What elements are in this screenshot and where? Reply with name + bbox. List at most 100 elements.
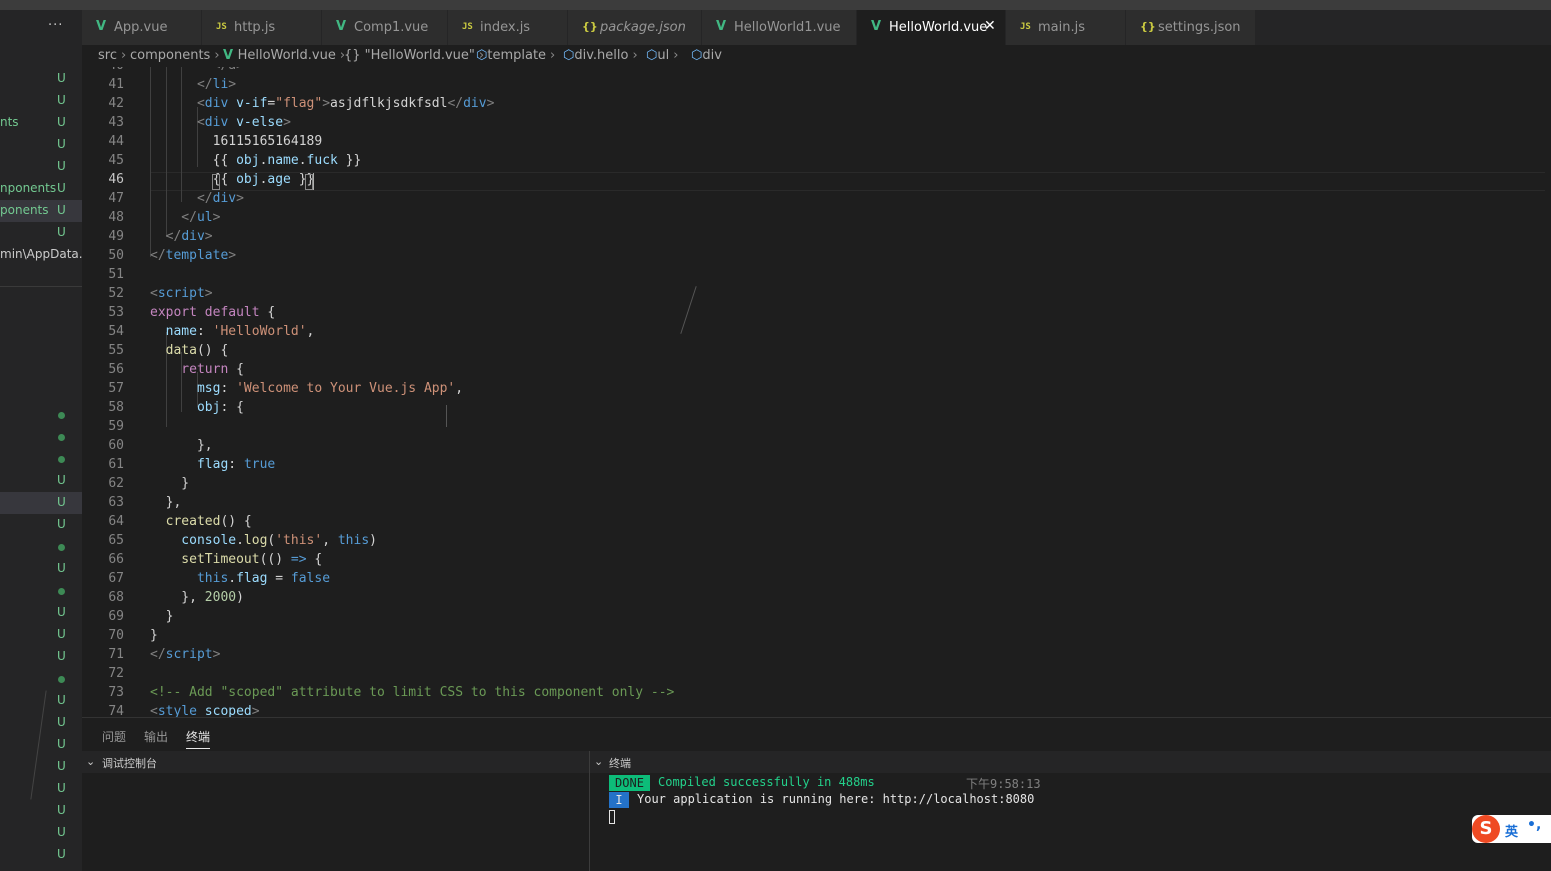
tab-main-js[interactable]: JS main.js <box>1006 10 1126 45</box>
explorer-item[interactable] <box>0 404 82 426</box>
tab-helloworld-vue[interactable]: V HelloWorld.vue ✕ <box>857 10 1006 45</box>
tab-index-js[interactable]: JS index.js <box>448 10 568 45</box>
explorer-item[interactable] <box>0 668 82 690</box>
line-number: 67 <box>108 571 124 586</box>
code-token: log <box>243 533 268 548</box>
debug-console-title: 调试控制台 <box>102 757 157 770</box>
code-token: } <box>150 476 190 491</box>
code-token: </ <box>447 96 464 111</box>
tab-helloworld1-vue[interactable]: V HelloWorld1.vue <box>702 10 857 45</box>
breadcrumb-label: {} "HelloWorld.vue" <box>344 48 475 63</box>
breadcrumb-item[interactable]: components › <box>130 48 220 63</box>
code-token: </a> <box>150 67 244 73</box>
debug-console-header[interactable]: ⌄ 调试控制台 <box>82 751 589 773</box>
explorer-item[interactable]: U <box>0 470 82 492</box>
terminal-header[interactable]: ⌄ 终端 <box>590 751 1551 773</box>
explorer-item[interactable]: U <box>0 756 82 778</box>
code-token: , <box>322 533 338 548</box>
tab-http-js[interactable]: JS http.js <box>202 10 322 45</box>
explorer-item[interactable]: min\AppData... <box>0 244 82 266</box>
explorer-item[interactable]: U <box>0 734 82 756</box>
code-line: {{ obj.age }} <box>150 172 315 187</box>
explorer-item[interactable]: U <box>0 778 82 800</box>
tab-comp1-vue[interactable]: V Comp1.vue <box>322 10 448 45</box>
tab-label: package.json <box>600 20 686 35</box>
tab-package-json[interactable]: {} package.json <box>568 10 702 45</box>
tab-output[interactable]: 输出 <box>144 728 168 745</box>
explorer-item[interactable]: U <box>0 68 82 90</box>
explorer-item[interactable]: U <box>0 800 82 822</box>
code-token: ul <box>196 210 213 225</box>
explorer-item[interactable]: nponents U <box>0 178 82 200</box>
explorer-item-label: nponents <box>0 181 57 195</box>
explorer-item[interactable]: U <box>0 558 82 580</box>
vue-icon: V <box>223 48 238 63</box>
tab-settings-json[interactable]: {} settings.json <box>1126 10 1256 45</box>
code-token: . <box>298 153 307 168</box>
breadcrumb-item[interactable]: ⬡template › <box>476 48 555 63</box>
chevron-right-icon: › <box>214 48 220 63</box>
code-line: </ul> <box>150 210 220 225</box>
close-icon[interactable]: ✕ <box>984 18 996 34</box>
explorer-item[interactable]: U <box>0 514 82 536</box>
explorer-item[interactable]: U <box>0 844 82 866</box>
line-number: 54 <box>108 324 124 339</box>
info-badge: I <box>609 792 629 808</box>
code-line: <div v-if="flag">asjdflkjsdkfsdl</div> <box>150 96 494 111</box>
code-token: this <box>337 533 370 548</box>
code-line: }, <box>150 495 182 510</box>
explorer-item[interactable]: U <box>0 492 82 514</box>
breadcrumb-label: components <box>130 48 211 63</box>
explorer-item[interactable] <box>0 448 82 470</box>
more-actions-icon[interactable]: ··· <box>48 18 63 33</box>
explorer-item[interactable]: U <box>0 624 82 646</box>
breadcrumb-label: div.hello <box>574 48 629 63</box>
code-token: > <box>212 647 221 662</box>
explorer-item[interactable]: U <box>0 646 82 668</box>
explorer-item[interactable] <box>0 536 82 558</box>
ime-language[interactable]: 英 <box>1505 821 1518 840</box>
code-editor[interactable]: 40 </a>41 </li>42 <div v-if="flag">asjdf… <box>82 67 1551 717</box>
git-untracked-badge: U <box>57 137 66 151</box>
git-untracked-badge: U <box>57 737 66 751</box>
vue-icon: V <box>96 19 107 34</box>
breadcrumb-item[interactable]: ⬡ul › <box>646 48 678 63</box>
screen-artifact <box>680 286 697 334</box>
explorer-item[interactable] <box>0 580 82 602</box>
code-token: > <box>251 704 260 717</box>
explorer-item[interactable]: U <box>0 134 82 156</box>
explorer-item[interactable]: U <box>0 90 82 112</box>
explorer-item[interactable]: U <box>0 156 82 178</box>
code-token: div <box>204 115 229 130</box>
code-token: 'HelloWorld' <box>212 324 307 339</box>
explorer-item[interactable]: nts U <box>0 112 82 134</box>
code-line: </div> <box>150 229 213 244</box>
breadcrumb-item[interactable]: src › <box>98 48 126 63</box>
tab-app-vue[interactable]: V App.vue <box>82 10 202 45</box>
explorer-item[interactable]: ponents U <box>0 200 82 222</box>
code-token: "flag" <box>275 96 323 111</box>
explorer-item[interactable]: U <box>0 222 82 244</box>
code-token: style <box>157 704 197 717</box>
explorer-item[interactable]: U <box>0 690 82 712</box>
breadcrumb-item[interactable]: V HelloWorld.vue › <box>223 48 345 63</box>
code-token: > <box>322 96 331 111</box>
tab-problems[interactable]: 问题 <box>102 728 126 745</box>
breadcrumb-item[interactable]: ⬡div.hello › <box>563 48 638 63</box>
ime-toolbar[interactable]: S 英 •, <box>1472 815 1551 843</box>
ime-punctuation[interactable]: •, <box>1527 817 1541 833</box>
code-token: </ <box>150 248 166 263</box>
line-number: 65 <box>108 533 124 548</box>
code-token: . <box>236 533 244 548</box>
breadcrumb-item[interactable]: {} "HelloWorld.vue" › <box>344 48 484 63</box>
explorer-item[interactable] <box>0 426 82 448</box>
tab-terminal[interactable]: 终端 <box>186 728 211 749</box>
vue-icon: V <box>336 19 347 34</box>
code-token: export <box>150 305 197 320</box>
explorer-item[interactable]: U <box>0 822 82 844</box>
breadcrumb-item[interactable]: ⬡div <box>691 48 722 63</box>
code-token: 16115165164189 <box>150 134 323 149</box>
explorer-item[interactable]: U <box>0 602 82 624</box>
